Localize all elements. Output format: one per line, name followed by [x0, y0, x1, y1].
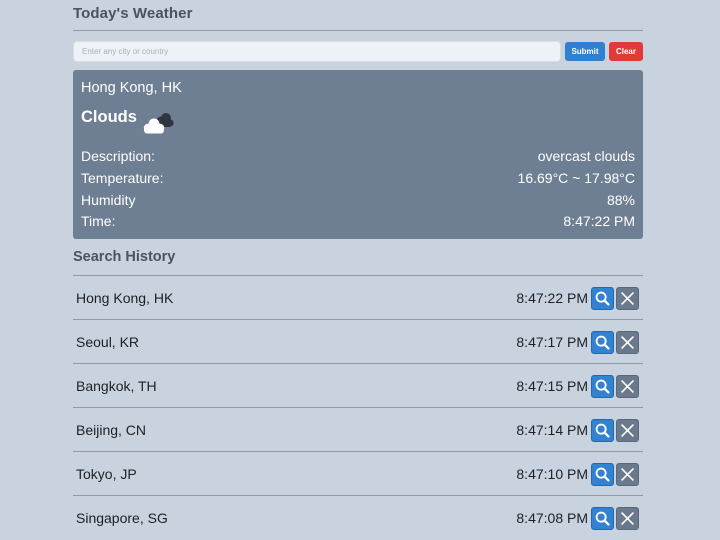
history-list: Hong Kong, HK 8:47:22 PM Seoul, KR 8:47:… [73, 275, 643, 539]
search-icon[interactable] [591, 419, 614, 442]
clear-button[interactable]: Clear [609, 42, 643, 61]
weather-app: Today's Weather Submit Clear Hong Kong, … [73, 0, 643, 77]
history-city: Seoul, KR [76, 334, 139, 350]
history-title: Search History [73, 249, 175, 265]
history-row: Beijing, CN 8:47:14 PM [73, 407, 643, 451]
detail-value: overcast clouds [538, 148, 635, 164]
close-icon[interactable] [616, 375, 639, 398]
cloud-icon [139, 108, 175, 138]
history-row: Bangkok, TH 8:47:15 PM [73, 363, 643, 407]
detail-label: Temperature: [81, 170, 163, 186]
submit-button[interactable]: Submit [565, 42, 605, 61]
detail-temperature: Temperature: 16.69°C ~ 17.98°C [81, 170, 635, 190]
search-input[interactable] [73, 41, 561, 62]
weather-condition: Clouds [81, 108, 137, 127]
history-row: Singapore, SG 8:47:08 PM [73, 495, 643, 539]
detail-label: Time: [81, 213, 115, 229]
current-weather-card: Hong Kong, HK Clouds Description: [73, 70, 643, 239]
history-city: Singapore, SG [76, 510, 168, 526]
detail-value: 88% [607, 192, 635, 208]
weather-location: Hong Kong, HK [81, 80, 182, 96]
history-city: Beijing, CN [76, 422, 146, 438]
history-time: 8:47:17 PM [516, 334, 588, 350]
history-city: Bangkok, TH [76, 378, 157, 394]
history-row: Tokyo, JP 8:47:10 PM [73, 451, 643, 495]
detail-value: 16.69°C ~ 17.98°C [518, 170, 635, 186]
history-city: Tokyo, JP [76, 466, 137, 482]
close-icon[interactable] [616, 287, 639, 310]
search-icon[interactable] [591, 287, 614, 310]
detail-time: Time: 8:47:22 PM [81, 213, 635, 233]
detail-label: Humidity [81, 192, 135, 208]
history-time: 8:47:10 PM [516, 466, 588, 482]
history-time: 8:47:08 PM [516, 510, 588, 526]
detail-humidity: Humidity 88% [81, 192, 635, 212]
search-icon[interactable] [591, 507, 614, 530]
close-icon[interactable] [616, 507, 639, 530]
close-icon[interactable] [616, 331, 639, 354]
search-icon[interactable] [591, 331, 614, 354]
detail-value: 8:47:22 PM [563, 213, 635, 229]
history-time: 8:47:15 PM [516, 378, 588, 394]
history-row: Seoul, KR 8:47:17 PM [73, 319, 643, 363]
history-city: Hong Kong, HK [76, 290, 173, 306]
history-time: 8:47:14 PM [516, 422, 588, 438]
detail-description: Description: overcast clouds [81, 148, 635, 168]
history-row: Hong Kong, HK 8:47:22 PM [73, 275, 643, 319]
search-icon[interactable] [591, 463, 614, 486]
page-title: Today's Weather [73, 0, 643, 30]
close-icon[interactable] [616, 419, 639, 442]
search-icon[interactable] [591, 375, 614, 398]
detail-label: Description: [81, 148, 155, 164]
history-time: 8:47:22 PM [516, 290, 588, 306]
close-icon[interactable] [616, 463, 639, 486]
